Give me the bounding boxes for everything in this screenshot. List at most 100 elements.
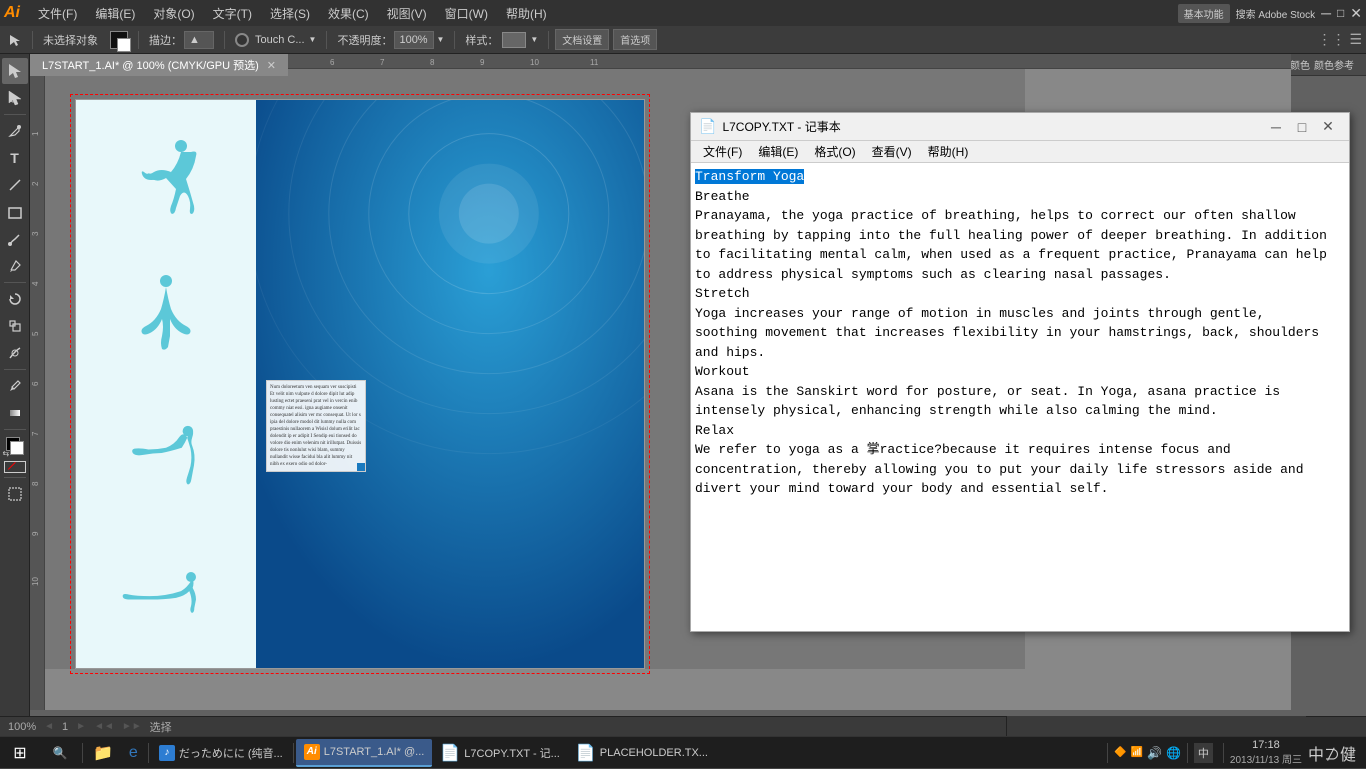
notepad-menu-edit[interactable]: 编辑(E) [750,141,806,162]
taskbar-div3 [293,743,294,763]
fill-stroke-swatches[interactable] [106,29,132,51]
toolbar-sep6 [548,31,549,49]
color-guide-tab[interactable]: 颜色参考 [1314,57,1354,72]
tool-sep2 [4,282,26,283]
page-left-panel [76,100,256,668]
text-box-handle[interactable] [357,463,365,471]
notepad-maximize[interactable]: □ [1289,117,1315,137]
document-tab[interactable]: L7START_1.AI* @ 100% (CMYK/GPU 预选) ✕ [30,54,288,76]
notepad-menu-file[interactable]: 文件(F) [695,141,750,162]
taskbar-edge[interactable]: e [121,739,146,767]
doc-settings-btn[interactable]: 文档设置 [555,29,609,50]
rotate-tool[interactable] [2,286,28,312]
selected-text-transform-yoga: Transform Yoga [695,169,804,184]
direct-selection-tool[interactable] [2,85,28,111]
ai-tools-panel: T [0,54,30,734]
svg-text:8: 8 [31,481,40,486]
scale-tool[interactable] [2,313,28,339]
svg-text:10: 10 [31,577,40,586]
menu-file[interactable]: 文件(F) [30,3,85,24]
menu-text[interactable]: 文字(T) [205,3,260,24]
taskbar-file-explorer[interactable]: 📁 [85,739,121,767]
workspace-dropdown[interactable]: 基本功能 [1178,4,1230,23]
ai-toolbar: 未选择对象 描边： Touch C... ▼ 不透明度： ▼ [0,26,1366,54]
line-tool[interactable] [2,172,28,198]
menu-help[interactable]: 帮助(H) [498,3,555,24]
opacity-control: 不透明度： ▼ [333,29,448,51]
gradient-tool[interactable] [2,400,28,426]
zoom-level[interactable]: 100% [8,721,36,733]
notepad-window: 📄 L7COPY.TXT - 记事本 ─ □ ✕ 文件(F) 编辑(E) 格式(… [690,112,1350,632]
notepad-menu-help[interactable]: 帮助(H) [920,141,977,162]
menu-edit[interactable]: 编辑(E) [87,3,143,24]
system-clock[interactable]: 17:18 2013/11/13 周三 [1230,739,1302,766]
brush-tool[interactable] [2,226,28,252]
menu-object[interactable]: 对象(O) [145,3,202,24]
selection-tool[interactable] [2,58,28,84]
warp-tool[interactable] [2,340,28,366]
notepad-menu-view[interactable]: 查看(V) [864,141,920,162]
notepad-title: L7COPY.TXT - 记事本 [722,118,1263,135]
taskbar-div-time [1187,743,1188,763]
touch-dropdown[interactable]: Touch C... ▼ [231,31,320,49]
content-line-7: and hips. [695,345,765,360]
right-panel-tabs: 颜色 颜色参考 [1286,54,1366,76]
scroll-bottom[interactable] [1006,716,1306,736]
content-line-11: concentration, thereby allowing you to p… [695,462,1304,477]
restore-btn[interactable]: □ [1337,6,1344,20]
tray-network[interactable]: 🌐 [1166,746,1181,760]
menu-view[interactable]: 视图(V) [379,3,435,24]
search-stock[interactable]: 搜索 Adobe Stock [1236,6,1315,21]
content-breathe-label: Breathe [695,189,750,204]
artboard-tool[interactable] [2,481,28,507]
notepad-minimize[interactable]: ─ [1263,117,1289,137]
taskbar-notepad-l7copy[interactable]: 📄 L7COPY.TXT - 记... [432,739,568,767]
svg-text:8: 8 [430,58,435,67]
minimize-btn[interactable]: ─ [1321,5,1331,21]
tab-close[interactable]: ✕ [267,59,276,72]
preferences-btn[interactable]: 首选项 [613,29,657,50]
tool-sep3 [4,369,26,370]
pen-tool[interactable] [2,118,28,144]
taskbar-notepad-placeholder[interactable]: 📄 PLACEHOLDER.TX... [568,739,716,767]
document-tab-bar: L7START_1.AI* @ 100% (CMYK/GPU 预选) ✕ [30,54,288,76]
menu-effect[interactable]: 效果(C) [320,3,377,24]
page-right-panel: Num doloreetum ven sequam ver suscipisti… [256,100,644,668]
opacity-input[interactable] [394,31,434,49]
taskbar-media-player[interactable]: ♪ だっためにに (纯音... [151,739,291,767]
menu-window[interactable]: 窗口(W) [437,3,496,24]
taskbar-illustrator[interactable]: Ai L7START_1.AI* @... [296,739,433,767]
tray-volume[interactable]: 🔊 [1147,746,1162,760]
ai-right-controls: 基本功能 搜索 Adobe Stock ─ □ ✕ [1178,4,1362,23]
stroke-input[interactable] [184,31,214,49]
notepad-close[interactable]: ✕ [1315,117,1341,137]
ime-indicator[interactable]: 中 [1194,743,1213,763]
status-label[interactable]: 选择 [150,719,172,735]
type-tool[interactable]: T [2,145,28,171]
color-swatches[interactable]: ⇆ [2,433,28,459]
none-fill[interactable] [4,461,26,473]
pencil-tool[interactable] [2,253,28,279]
color-panel-tab[interactable]: 颜色 [1290,57,1310,72]
svg-text:1: 1 [31,131,40,136]
notepad-menu-format[interactable]: 格式(O) [806,141,863,162]
content-line-9: intensely physical, enhancing strength w… [695,403,1218,418]
start-button[interactable]: ⊞ [0,737,40,769]
tray-icons2[interactable]: 📶 [1131,747,1143,758]
no-selection-label: 未选择对象 [39,30,102,50]
content-line-8: Asana is the Sanskirt word for posture, … [695,384,1280,399]
rect-tool[interactable] [2,199,28,225]
toolbar-sep2 [138,31,139,49]
toolbar-sep4 [326,31,327,49]
svg-text:9: 9 [480,58,485,67]
content-line-3: to facilitating mental calm, when used a… [695,247,1327,262]
menu-select[interactable]: 选择(S) [262,3,318,24]
tray-icons[interactable]: 🔶 [1114,747,1126,758]
toolbar-right-icons: ⋮⋮ ☰ [1317,31,1362,48]
eyedropper-tool[interactable] [2,373,28,399]
notepad-text-area[interactable]: Transform Yoga Breathe Pranayama, the yo… [691,163,1349,631]
taskbar-div-right [1107,743,1108,763]
close-btn[interactable]: ✕ [1350,5,1362,22]
search-button[interactable]: 🔍 [40,737,80,769]
content-line-12: divert your mind toward your body and es… [695,481,1108,496]
